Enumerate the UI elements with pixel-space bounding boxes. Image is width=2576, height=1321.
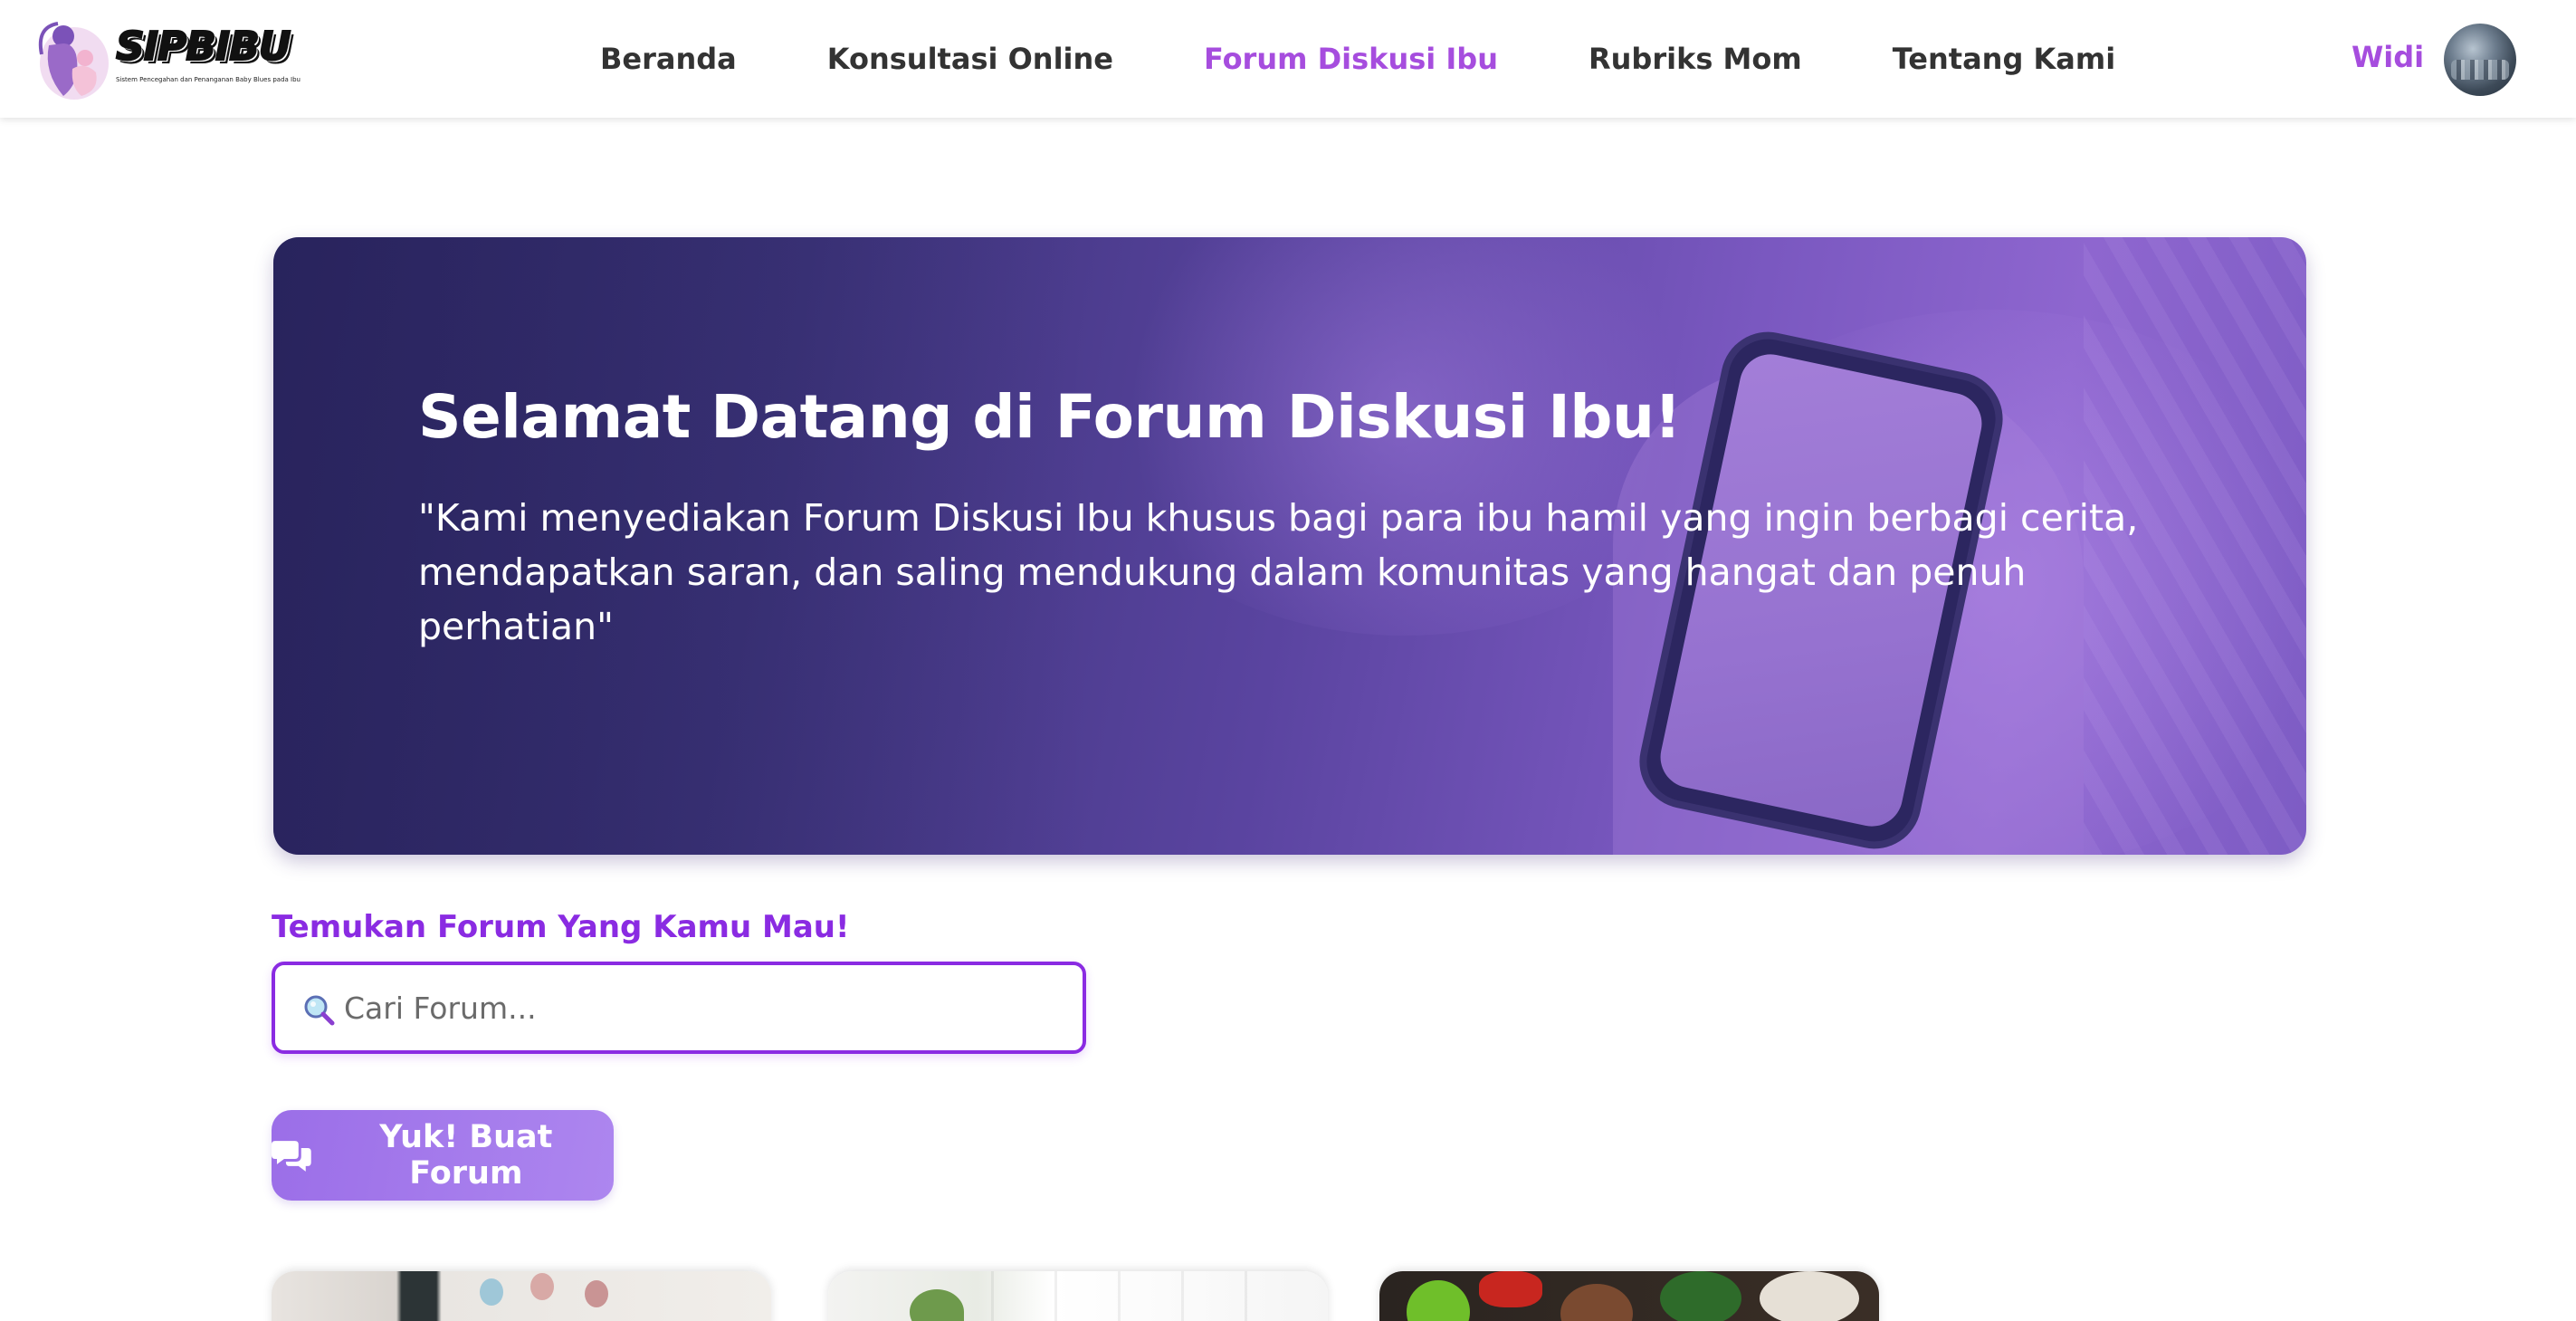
balloon-image [530, 1273, 554, 1300]
search-icon [304, 995, 335, 1026]
forum-card[interactable] [272, 1271, 771, 1321]
balloon-image [480, 1278, 503, 1306]
main-nav: Beranda Konsultasi Online Forum Diskusi … [600, 0, 2115, 118]
hero-title: Selamat Datang di Forum Diskusi Ibu! [418, 382, 1682, 452]
nav-link-rubriks-mom[interactable]: Rubriks Mom [1589, 42, 1802, 76]
forum-card[interactable] [828, 1271, 1328, 1321]
window-image [991, 1271, 1263, 1321]
user-avatar[interactable] [2444, 24, 2516, 96]
brand-tagline: Sistem Pencegahan dan Penanganan Baby Bl… [116, 76, 301, 83]
food-image [1479, 1271, 1542, 1307]
plant-image [910, 1289, 964, 1321]
hero-description: "Kami menyediakan Forum Diskusi Ibu khus… [418, 496, 2139, 648]
search-input[interactable] [344, 965, 1068, 1050]
user-name[interactable]: Widi [2352, 40, 2424, 74]
nav-link-konsultasi-online[interactable]: Konsultasi Online [827, 42, 1113, 76]
forum-card[interactable] [1379, 1271, 1879, 1321]
balloon-image [585, 1280, 608, 1307]
food-image [1407, 1280, 1470, 1321]
food-image [1760, 1271, 1859, 1321]
create-forum-button[interactable]: Yuk! Buat Forum [272, 1110, 614, 1201]
create-forum-label: Yuk! Buat Forum [379, 1119, 553, 1192]
top-navbar: SIPBIBU Sistem Pencegahan dan Penanganan… [0, 0, 2576, 118]
hero-banner: Selamat Datang di Forum Diskusi Ibu! "Ka… [273, 237, 2306, 855]
chat-bubbles-icon [272, 1141, 311, 1172]
nav-link-tentang-kami[interactable]: Tentang Kami [1893, 42, 2115, 76]
nav-link-forum-diskusi-ibu[interactable]: Forum Diskusi Ibu [1204, 42, 1498, 76]
brand-wordmark: SIPBIBU [115, 23, 291, 71]
nav-link-beranda[interactable]: Beranda [600, 42, 737, 76]
mother-figure-logo-icon [38, 22, 109, 100]
sipbibu-logo[interactable]: SIPBIBU Sistem Pencegahan dan Penanganan… [36, 18, 301, 101]
search-box[interactable] [272, 962, 1086, 1054]
food-image [1560, 1284, 1633, 1321]
search-label: Temukan Forum Yang Kamu Mau! [272, 909, 850, 945]
food-image [1660, 1271, 1741, 1321]
